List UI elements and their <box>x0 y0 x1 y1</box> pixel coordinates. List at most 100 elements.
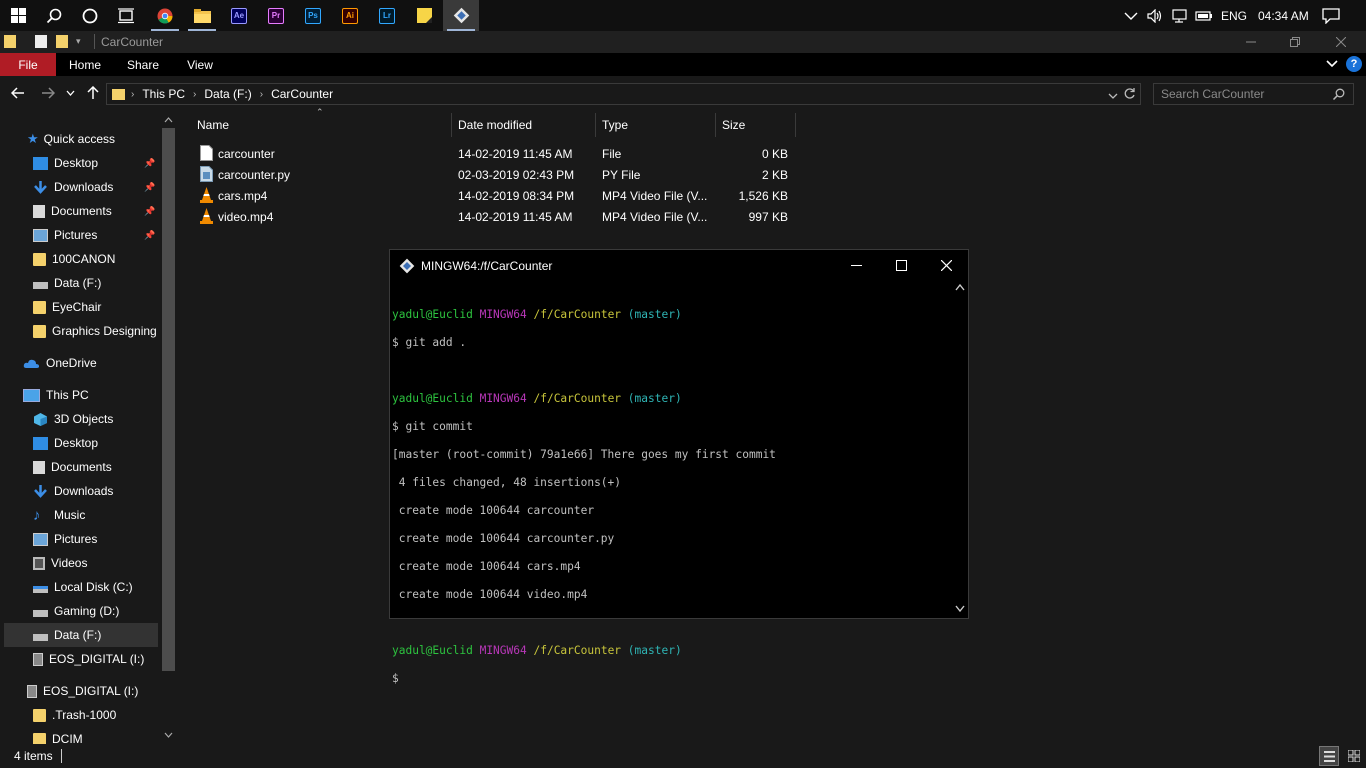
restore-icon <box>1290 37 1300 47</box>
column-header-name[interactable]: Name <box>191 113 452 137</box>
nav-label: Local Disk (C:) <box>54 580 133 594</box>
breadcrumb-drive[interactable]: Data (F:) <box>204 87 251 101</box>
chevron-up-icon[interactable] <box>955 284 965 291</box>
nav-pc-documents[interactable]: Documents <box>33 455 178 479</box>
taskbar-chrome[interactable] <box>147 0 183 31</box>
help-icon[interactable]: ? <box>1346 56 1362 72</box>
properties-icon[interactable] <box>35 35 47 48</box>
chevron-down-icon <box>1108 93 1118 99</box>
column-header-type[interactable]: Type <box>596 113 716 137</box>
tray-battery[interactable] <box>1195 0 1213 31</box>
nav-trash[interactable]: .Trash-1000 <box>33 703 178 727</box>
tray-clock[interactable]: 04:34 AM <box>1258 0 1309 31</box>
column-header-date[interactable]: Date modified <box>452 113 596 137</box>
tray-action-center[interactable] <box>1322 0 1340 31</box>
file-row[interactable]: video.mp4 14-02-2019 11:45 AM MP4 Video … <box>191 206 796 227</box>
close-button[interactable] <box>1318 31 1364 53</box>
taskbar-file-explorer[interactable] <box>184 0 220 31</box>
taskbar-git-bash[interactable] <box>443 0 479 31</box>
taskbar-sticky-notes[interactable] <box>406 0 442 31</box>
folder-icon <box>193 8 211 23</box>
tray-volume[interactable] <box>1147 0 1163 31</box>
nav-qa-downloads[interactable]: Downloads 📌 <box>33 175 178 199</box>
column-header-size[interactable]: Size <box>716 113 796 137</box>
nav-eos-digital-i[interactable]: EOS_DIGITAL (I:) <box>33 647 178 671</box>
nav-dcim[interactable]: DCIM <box>33 727 178 744</box>
taskbar-photoshop[interactable]: Ps <box>295 0 331 31</box>
file-row[interactable]: cars.mp4 14-02-2019 08:34 PM MP4 Video F… <box>191 185 796 206</box>
chevron-down-icon[interactable] <box>164 732 173 738</box>
nav-qa-100canon[interactable]: 100CANON <box>33 247 178 271</box>
tab-home[interactable]: Home <box>60 53 110 76</box>
nav-scrollbar-thumb[interactable] <box>162 128 175 671</box>
nav-gaming-d[interactable]: Gaming (D:) <box>33 599 178 623</box>
nav-label: EOS_DIGITAL (I:) <box>43 684 139 698</box>
taskbar-after-effects[interactable]: Ae <box>221 0 257 31</box>
expand-ribbon-button[interactable] <box>1325 57 1339 74</box>
restore-button[interactable] <box>1272 31 1318 53</box>
search-icon <box>46 8 62 23</box>
breadcrumb-this-pc[interactable]: This PC <box>142 87 185 101</box>
tab-view[interactable]: View <box>176 53 224 76</box>
tab-share[interactable]: Share <box>117 53 169 76</box>
taskbar-premiere[interactable]: Pr <box>258 0 294 31</box>
nav-pc-music[interactable]: ♪ Music <box>33 503 178 527</box>
details-view-button[interactable] <box>1319 746 1339 766</box>
address-bar[interactable]: › This PC › Data (F:) › CarCounter <box>106 83 1141 105</box>
chevron-up-icon[interactable] <box>164 117 173 123</box>
nav-quick-access[interactable]: ★ Quick access <box>27 127 178 151</box>
arrow-right-icon <box>42 87 55 99</box>
nav-data-f[interactable]: Data (F:) <box>4 623 158 647</box>
folder-icon <box>33 708 46 722</box>
file-row[interactable]: carcounter 14-02-2019 11:45 AM File 0 KB <box>191 143 796 164</box>
terminal-maximize-button[interactable] <box>878 250 924 281</box>
taskbar-lightroom[interactable]: Lr <box>369 0 405 31</box>
start-button[interactable] <box>0 0 36 31</box>
nav-local-disk-c[interactable]: Local Disk (C:) <box>33 575 178 599</box>
task-view-button[interactable] <box>108 0 144 31</box>
nav-this-pc[interactable]: This PC <box>23 383 178 407</box>
breadcrumb-folder[interactable]: CarCounter <box>271 87 333 101</box>
nav-pc-pictures[interactable]: Pictures <box>33 527 178 551</box>
recent-locations-button[interactable] <box>62 83 78 103</box>
tab-file[interactable]: File <box>0 53 56 76</box>
up-button[interactable] <box>83 83 103 103</box>
terminal-output[interactable]: yadul@Euclid MINGW64 /f/CarCounter (mast… <box>392 294 952 714</box>
address-history-dropdown[interactable] <box>1108 89 1118 103</box>
nav-qa-pictures[interactable]: Pictures 📌 <box>33 223 178 247</box>
nav-qa-graphics[interactable]: Graphics Designing <box>33 319 178 343</box>
terminal-title-bar[interactable]: MINGW64:/f/CarCounter <box>390 250 968 281</box>
large-icons-view-button[interactable] <box>1344 746 1364 766</box>
search-input[interactable]: Search CarCounter <box>1153 83 1354 105</box>
file-row[interactable]: carcounter.py 02-03-2019 02:43 PM PY Fil… <box>191 164 796 185</box>
nav-pc-desktop[interactable]: Desktop <box>33 431 178 455</box>
refresh-button[interactable] <box>1123 87 1136 103</box>
nav-pc-videos[interactable]: Videos <box>33 551 178 575</box>
new-folder-icon[interactable] <box>56 35 68 48</box>
nav-eos-digital-root[interactable]: EOS_DIGITAL (I:) <box>27 679 178 703</box>
git-bash-window[interactable]: MINGW64:/f/CarCounter yadul@Euclid MINGW… <box>389 249 969 685</box>
tray-show-hidden[interactable] <box>1124 0 1138 31</box>
taskbar-illustrator[interactable]: Ai <box>332 0 368 31</box>
nav-pc-downloads[interactable]: Downloads <box>33 479 178 503</box>
tray-network[interactable] <box>1172 0 1189 31</box>
terminal-minimize-button[interactable] <box>833 250 879 281</box>
chevron-down-icon[interactable] <box>955 605 965 612</box>
search-button[interactable] <box>36 0 72 31</box>
nav-label: Graphics Designing <box>52 324 157 338</box>
nav-qa-desktop[interactable]: Desktop 📌 <box>33 151 178 175</box>
tray-language[interactable]: ENG <box>1221 0 1247 31</box>
forward-button[interactable] <box>38 83 58 103</box>
download-arrow-icon <box>34 180 47 194</box>
nav-qa-documents[interactable]: Documents 📌 <box>33 199 178 223</box>
cortana-button[interactable] <box>72 0 108 31</box>
nav-qa-eyechair[interactable]: EyeChair <box>33 295 178 319</box>
terminal-scrollbar[interactable] <box>952 281 968 618</box>
nav-3d-objects[interactable]: 3D Objects <box>33 407 178 431</box>
nav-qa-data[interactable]: Data (F:) <box>33 271 178 295</box>
terminal-close-button[interactable] <box>923 250 969 281</box>
back-button[interactable] <box>8 83 28 103</box>
nav-onedrive[interactable]: OneDrive <box>23 351 178 375</box>
minimize-button[interactable] <box>1228 31 1274 53</box>
quick-access-dropdown-icon[interactable]: ▾ <box>76 36 81 47</box>
